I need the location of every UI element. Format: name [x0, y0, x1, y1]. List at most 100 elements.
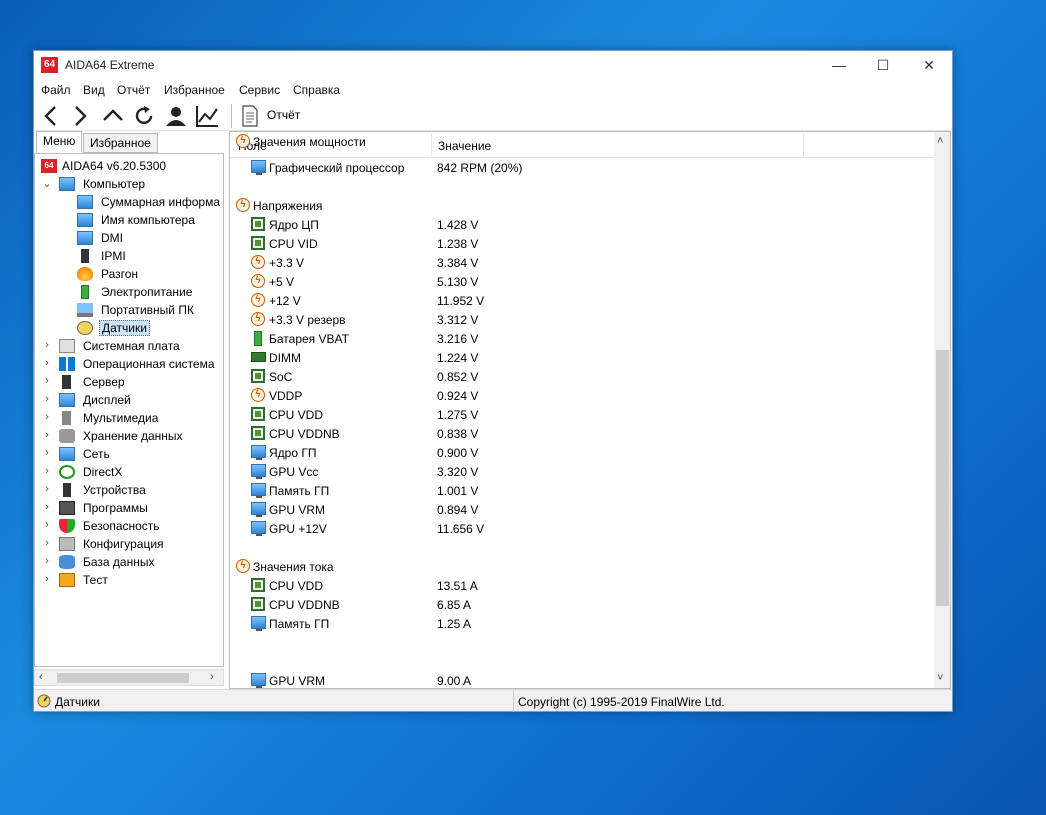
tree-item-battery[interactable]: Электропитание: [35, 283, 223, 301]
sensor-group-header[interactable]: ϟ Напряжения: [230, 196, 930, 215]
table-row[interactable]: ϟ +5 V 5.130 V: [230, 272, 930, 291]
tree-item-gauge[interactable]: Датчики: [35, 319, 223, 337]
user-icon[interactable]: [162, 103, 188, 129]
table-row[interactable]: Память ГП 1.001 V: [230, 481, 930, 500]
sensor-group-header[interactable]: ϟ Значения тока: [230, 557, 930, 576]
tree-item-label: Компьютер: [83, 177, 146, 191]
chevron-right-icon[interactable]: ›: [41, 339, 53, 353]
up-arrow-icon[interactable]: [100, 103, 126, 129]
chevron-down-icon[interactable]: ⌄: [41, 177, 53, 191]
table-row[interactable]: GPU Vcc 3.320 V: [230, 462, 930, 481]
table-row[interactable]: GPU VRM 0.894 V: [230, 500, 930, 519]
menu-file[interactable]: Файл: [41, 83, 71, 97]
close-button[interactable]: ✕: [906, 51, 952, 80]
tree-item-shield[interactable]: › Безопасность: [35, 517, 223, 535]
back-arrow-icon[interactable]: [38, 103, 64, 129]
phone-icon: [81, 249, 89, 263]
menu-report[interactable]: Отчёт: [117, 83, 150, 97]
navigation-tree[interactable]: 64 AIDA64 v6.20.5300 ⌄ Компьютер Суммарная…: [34, 153, 224, 667]
chevron-right-icon[interactable]: ›: [41, 411, 53, 425]
scrollbar-thumb[interactable]: [57, 673, 189, 683]
chevron-right-icon[interactable]: ›: [41, 537, 53, 551]
table-row[interactable]: CPU VID 1.238 V: [230, 234, 930, 253]
chevron-right-icon[interactable]: ›: [41, 501, 53, 515]
table-row[interactable]: ϟ +3.3 V резерв 3.312 V: [230, 310, 930, 329]
table-row[interactable]: ϟ +12 V 11.952 V: [230, 291, 930, 310]
tree-item-phone[interactable]: IPMI: [35, 247, 223, 265]
chevron-right-icon[interactable]: ›: [41, 393, 53, 407]
chevron-right-icon[interactable]: ›: [41, 483, 53, 497]
menu-service[interactable]: Сервис: [239, 83, 280, 97]
tree-item-computer[interactable]: ⌄ Компьютер: [35, 175, 223, 193]
chevron-right-icon[interactable]: ›: [41, 357, 53, 371]
chevron-right-icon[interactable]: ›: [41, 573, 53, 587]
scroll-left-icon[interactable]: ‹: [39, 671, 43, 683]
table-row[interactable]: ϟ +3.3 V 3.384 V: [230, 253, 930, 272]
table-row[interactable]: GPU +12V 11.656 V: [230, 519, 930, 538]
tree-item-config[interactable]: › Конфигурация: [35, 535, 223, 553]
chevron-right-icon[interactable]: ›: [41, 429, 53, 443]
tree-item-speaker[interactable]: › Мультимедиа: [35, 409, 223, 427]
list-vertical-scrollbar[interactable]: ˄ ˅: [934, 132, 950, 688]
chevron-right-icon[interactable]: ›: [41, 465, 53, 479]
tree-item-network[interactable]: › Сеть: [35, 445, 223, 463]
tree-item-monitor[interactable]: Суммарная информа: [35, 193, 223, 211]
tree-item-monitor[interactable]: DMI: [35, 229, 223, 247]
flame-icon: [77, 267, 93, 281]
tree-item-windows[interactable]: › Операционная система: [35, 355, 223, 373]
scroll-up-icon[interactable]: ˄: [937, 135, 943, 147]
tree-horizontal-scrollbar[interactable]: ‹ ›: [34, 669, 224, 686]
table-row[interactable]: DIMM 1.224 V: [230, 348, 930, 367]
refresh-icon[interactable]: [131, 103, 157, 129]
tree-item-server[interactable]: › Сервер: [35, 373, 223, 391]
forward-arrow-icon[interactable]: [67, 103, 93, 129]
tree-item-storage[interactable]: › Хранение данных: [35, 427, 223, 445]
table-row[interactable]: CPU VDD 13.51 A: [230, 576, 930, 595]
table-row[interactable]: ϟ VDDP 0.924 V: [230, 386, 930, 405]
tree-item-program[interactable]: › Программы: [35, 499, 223, 517]
tree-item-xbox[interactable]: › DirectX: [35, 463, 223, 481]
chevron-right-icon[interactable]: ›: [41, 519, 53, 533]
chevron-right-icon[interactable]: ›: [41, 447, 53, 461]
tree-item-root[interactable]: 64 AIDA64 v6.20.5300: [35, 157, 223, 175]
scroll-down-icon[interactable]: ˅: [937, 672, 943, 684]
chevron-right-icon[interactable]: ›: [41, 555, 53, 569]
tree-item-database[interactable]: › База данных: [35, 553, 223, 571]
tree-item-label: Конфигурация: [83, 537, 164, 551]
sensor-value: 0.894 V: [437, 503, 479, 517]
tab-favorites[interactable]: Избранное: [83, 133, 158, 153]
tree-item-monitor[interactable]: Имя компьютера: [35, 211, 223, 229]
scroll-right-icon[interactable]: ›: [210, 671, 214, 683]
menu-view[interactable]: Вид: [83, 83, 105, 97]
table-row[interactable]: CPU VDDNB 6.85 A: [230, 595, 930, 614]
tree-item-display[interactable]: › Дисплей: [35, 391, 223, 409]
table-row[interactable]: Ядро ЦП 1.428 V: [230, 215, 930, 234]
table-row[interactable]: Ядро ГП 0.900 V: [230, 443, 930, 462]
sensor-value: 6.85 A: [437, 598, 472, 612]
sensor-value: 0.838 V: [437, 427, 479, 441]
table-row[interactable]: Графический процессор 842 RPM (20%): [230, 158, 930, 177]
tree-item-test[interactable]: › Тест: [35, 571, 223, 589]
table-row[interactable]: CPU VDDNB 0.838 V: [230, 424, 930, 443]
table-row[interactable]: SoC 0.852 V: [230, 367, 930, 386]
table-row[interactable]: CPU VDD 1.275 V: [230, 405, 930, 424]
table-row[interactable]: GPU VRM 9.00 A: [230, 671, 930, 688]
tree-item-device[interactable]: › Устройства: [35, 481, 223, 499]
title-bar[interactable]: 64 AIDA64 Extreme — ☐ ✕: [34, 51, 952, 80]
chart-icon[interactable]: [194, 103, 220, 129]
menu-help[interactable]: Справка: [293, 83, 340, 97]
menu-favorites[interactable]: Избранное: [164, 83, 225, 97]
table-row[interactable]: Память ГП 1.25 A: [230, 614, 930, 633]
sensor-group-header[interactable]: ϟ Значения мощности: [230, 132, 930, 151]
minimize-button[interactable]: —: [816, 51, 862, 80]
tree-item-flame[interactable]: Разгон: [35, 265, 223, 283]
tree-item-motherboard[interactable]: › Системная плата: [35, 337, 223, 355]
report-document-icon[interactable]: [240, 103, 260, 129]
tab-menu[interactable]: Меню: [36, 131, 83, 153]
chevron-right-icon[interactable]: ›: [41, 375, 53, 389]
report-button[interactable]: Отчёт: [267, 108, 300, 122]
scrollbar-thumb[interactable]: [936, 350, 949, 606]
tree-item-laptop[interactable]: Портативный ПК: [35, 301, 223, 319]
maximize-button[interactable]: ☐: [860, 51, 906, 80]
table-row[interactable]: Батарея VBAT 3.216 V: [230, 329, 930, 348]
